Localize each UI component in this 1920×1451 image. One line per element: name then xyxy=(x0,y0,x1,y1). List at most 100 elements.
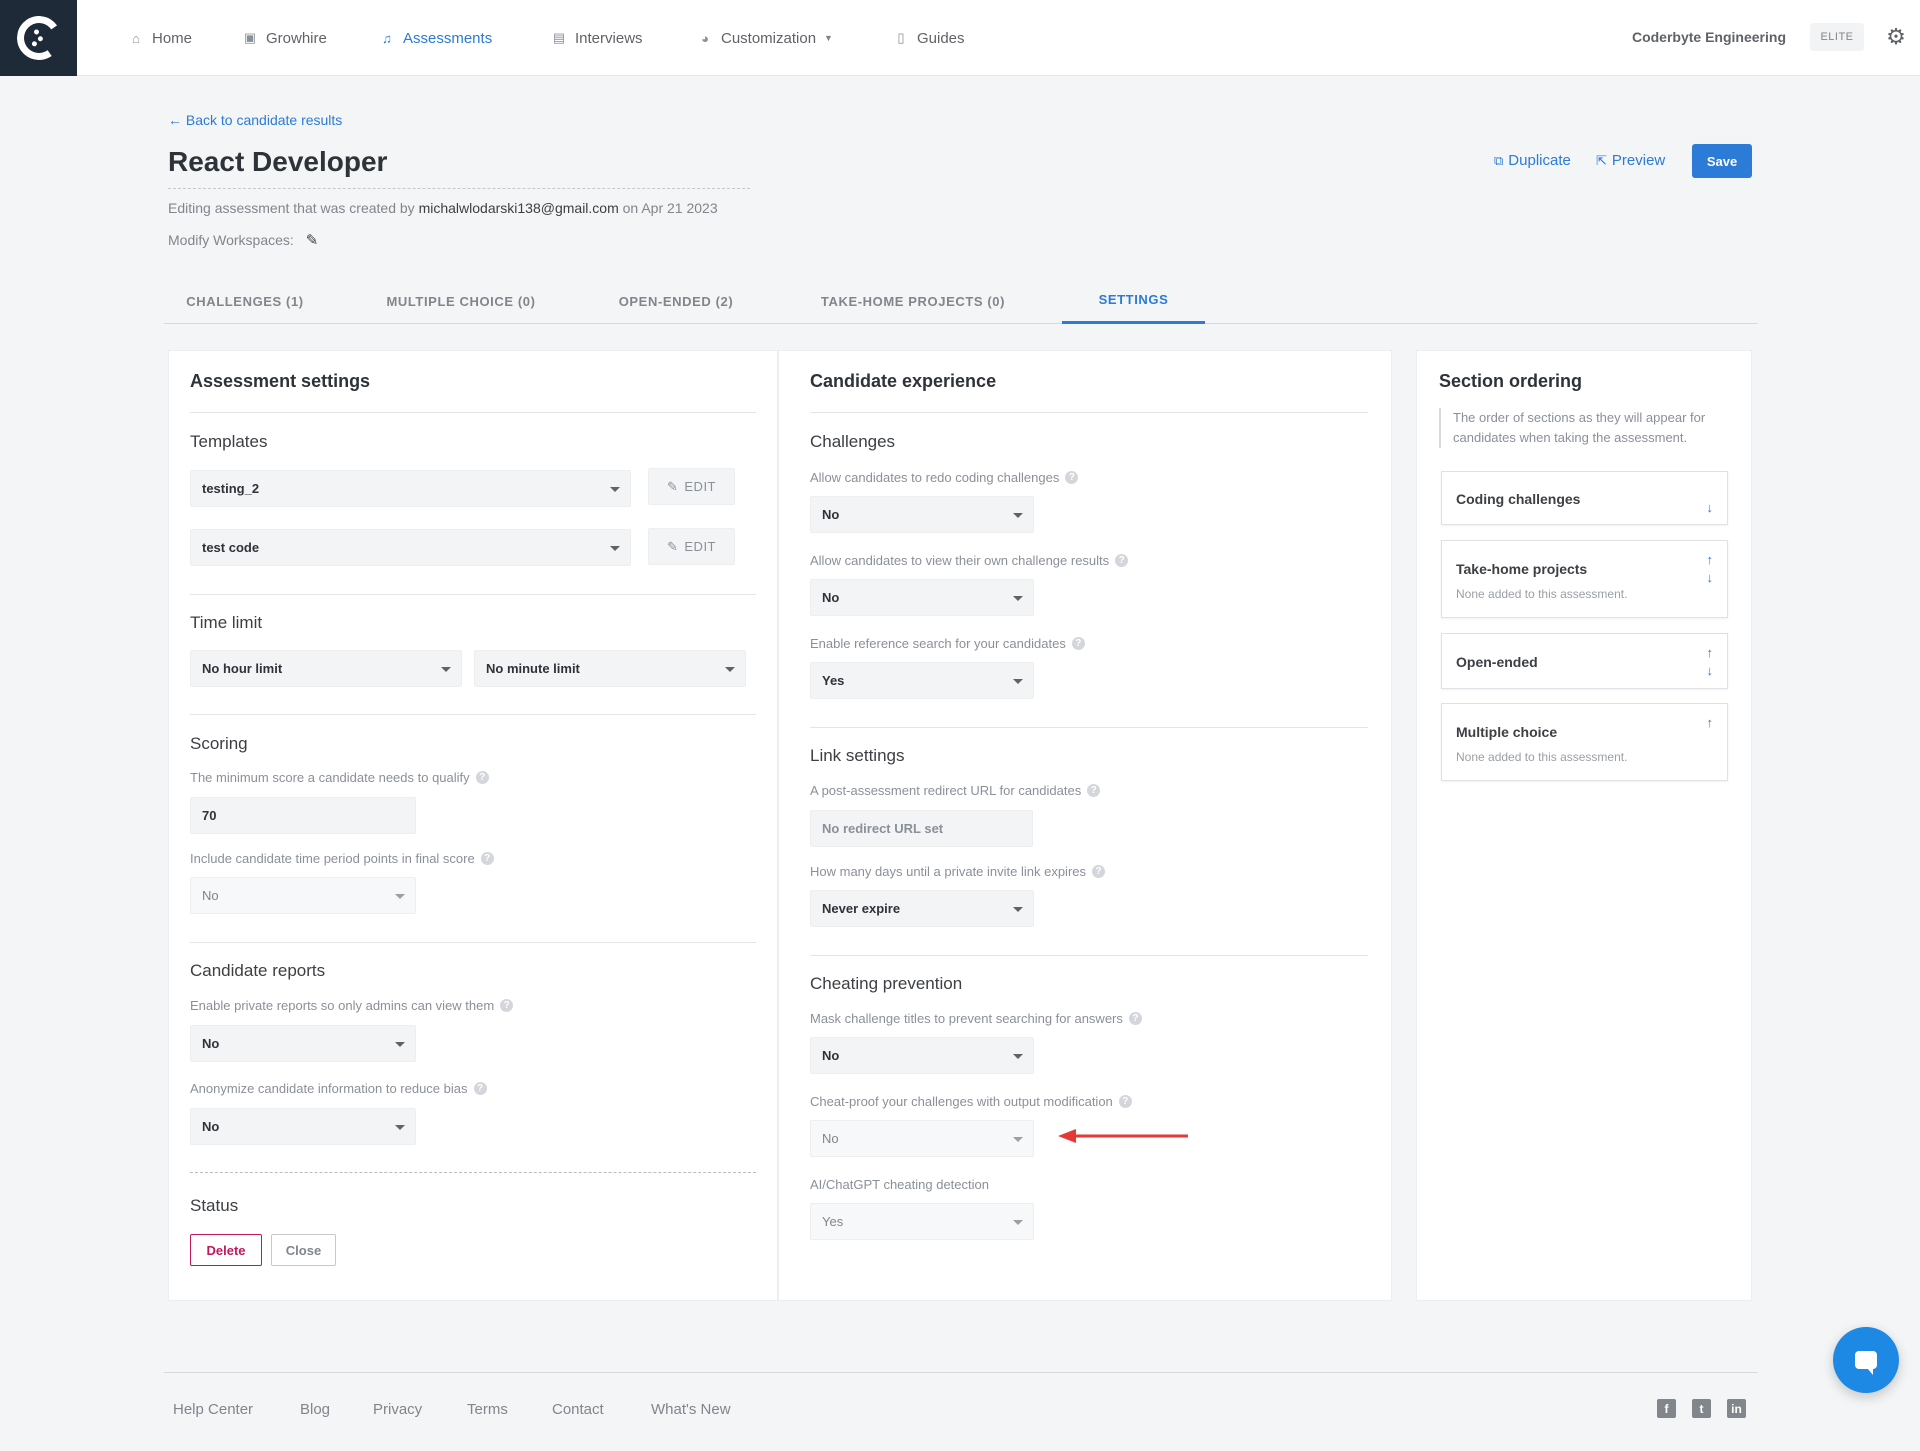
label-text: How many days until a private invite lin… xyxy=(810,864,1087,879)
meta-suffix: on Apr 21 2023 xyxy=(618,200,718,216)
minute-limit-select[interactable]: No minute limit xyxy=(474,650,746,687)
redirect-url-label: A post-assessment redirect URL for candi… xyxy=(810,783,1101,798)
help-icon[interactable]: ? xyxy=(1092,865,1106,878)
edit-template-button[interactable]: ✎ EDIT xyxy=(648,468,735,505)
help-icon[interactable]: ? xyxy=(1115,554,1129,567)
view-results-value: No xyxy=(822,590,840,605)
time-points-select[interactable]: No xyxy=(190,877,416,914)
tab-open-ended[interactable]: OPEN-ENDED (2) xyxy=(596,278,756,324)
order-item-multiple-choice[interactable]: Multiple choice None added to this asses… xyxy=(1441,703,1728,781)
save-button[interactable]: Save xyxy=(1692,144,1752,178)
divider xyxy=(190,412,756,413)
help-icon[interactable]: ? xyxy=(500,999,514,1012)
order-item-name: Multiple choice xyxy=(1456,724,1558,740)
tab-take-home-projects[interactable]: TAKE-HOME PROJECTS (0) xyxy=(798,278,1028,324)
top-nav: ⌂ Home ▣ Growhire ♫ Assessments ▤ Interv… xyxy=(0,0,1920,76)
private-reports-select[interactable]: No xyxy=(190,1025,416,1062)
page-title[interactable]: React Developer xyxy=(168,146,750,189)
tab-challenges[interactable]: CHALLENGES (1) xyxy=(164,278,326,324)
facebook-icon[interactable]: f xyxy=(1657,1399,1676,1418)
order-item-open-ended[interactable]: Open-ended ↑ ↓ xyxy=(1441,633,1728,689)
divider xyxy=(810,727,1368,728)
help-icon[interactable]: ? xyxy=(475,771,489,784)
order-item-coding-challenges[interactable]: Coding challenges ↓ xyxy=(1441,471,1728,525)
coderbyte-logo[interactable] xyxy=(0,0,77,76)
pencil-icon[interactable]: ✎ xyxy=(306,231,319,249)
footer-contact-link[interactable]: Contact xyxy=(552,1401,604,1418)
tab-multiple-choice[interactable]: MULTIPLE CHOICE (0) xyxy=(362,278,560,324)
footer-terms-link[interactable]: Terms xyxy=(467,1401,508,1418)
tab-settings[interactable]: SETTINGS xyxy=(1062,278,1205,324)
link-expire-select[interactable]: Never expire xyxy=(810,890,1034,927)
twitter-icon[interactable]: t xyxy=(1692,1399,1711,1418)
template-select-1[interactable]: testing_2 xyxy=(190,470,631,507)
label-text: Enable private reports so only admins ca… xyxy=(190,998,495,1013)
close-assessment-button[interactable]: Close xyxy=(271,1234,336,1266)
help-icon[interactable]: ? xyxy=(1087,784,1101,797)
nav-item-guides[interactable]: ▯ Guides xyxy=(893,0,965,76)
hour-limit-select[interactable]: No hour limit xyxy=(190,650,462,687)
arrow-down-icon[interactable]: ↓ xyxy=(1707,571,1714,584)
footer-blog-link[interactable]: Blog xyxy=(300,1401,330,1418)
caret-down-icon xyxy=(1013,1054,1023,1059)
arrow-down-icon[interactable]: ↓ xyxy=(1707,664,1714,677)
arrow-up-icon[interactable]: ↑ xyxy=(1707,716,1714,729)
arrow-down-icon[interactable]: ↓ xyxy=(1707,501,1714,514)
arrow-up-icon[interactable]: ↑ xyxy=(1707,646,1714,659)
chat-widget-button[interactable] xyxy=(1833,1327,1899,1393)
order-item-take-home-projects[interactable]: Take-home projects None added to this as… xyxy=(1441,540,1728,618)
help-icon[interactable]: ? xyxy=(473,1082,487,1095)
mask-titles-select[interactable]: No xyxy=(810,1037,1034,1074)
label-text: AI/ChatGPT cheating detection xyxy=(810,1177,989,1192)
order-item-name: Coding challenges xyxy=(1456,491,1581,507)
nav-item-label: Guides xyxy=(917,29,965,47)
nav-item-customization[interactable]: ◕ Customization ▼ xyxy=(697,0,833,76)
nav-item-assessments[interactable]: ♫ Assessments xyxy=(379,0,492,76)
time-points-label: Include candidate time period points in … xyxy=(190,851,494,866)
reference-search-value: Yes xyxy=(822,673,845,688)
linkedin-icon[interactable]: in xyxy=(1727,1399,1746,1418)
delete-button[interactable]: Delete xyxy=(190,1234,262,1266)
creation-info: Editing assessment that was created by m… xyxy=(168,200,718,216)
min-score-input[interactable] xyxy=(190,797,416,834)
help-icon[interactable]: ? xyxy=(1071,637,1085,650)
link-expire-label: How many days until a private invite lin… xyxy=(810,864,1106,879)
footer-privacy-link[interactable]: Privacy xyxy=(373,1401,422,1418)
edit-template-button[interactable]: ✎ EDIT xyxy=(648,528,735,565)
cheat-proof-select[interactable]: No xyxy=(810,1120,1034,1157)
org-name[interactable]: Coderbyte Engineering xyxy=(1632,29,1786,45)
redo-value: No xyxy=(822,507,840,522)
pencil-icon: ✎ xyxy=(666,478,679,494)
help-icon[interactable]: ? xyxy=(1128,1012,1142,1025)
divider xyxy=(190,1172,756,1173)
gear-icon[interactable]: ⚙ xyxy=(1884,25,1908,49)
footer-help-center-link[interactable]: Help Center xyxy=(173,1401,253,1418)
growhire-icon: ▣ xyxy=(243,30,257,45)
back-to-results-link[interactable]: ← Back to candidate results xyxy=(168,112,342,128)
nav-item-growhire[interactable]: ▣ Growhire xyxy=(242,0,327,76)
duplicate-button[interactable]: ⧉ Duplicate xyxy=(1494,152,1571,169)
time-points-value: No xyxy=(202,888,219,903)
section-ordering-description: The order of sections as they will appea… xyxy=(1439,408,1739,448)
caret-down-icon xyxy=(1013,1220,1023,1225)
help-icon[interactable]: ? xyxy=(480,852,494,865)
order-item-name: Take-home projects xyxy=(1456,561,1588,577)
help-icon[interactable]: ? xyxy=(1065,471,1079,484)
anonymize-select[interactable]: No xyxy=(190,1108,416,1145)
redirect-url-input[interactable] xyxy=(810,810,1033,847)
label-text: Mask challenge titles to prevent searchi… xyxy=(810,1011,1123,1026)
footer-whats-new-link[interactable]: What's New xyxy=(651,1401,731,1418)
preview-button[interactable]: ⇱ Preview xyxy=(1596,152,1665,169)
footer-divider xyxy=(164,1372,1758,1373)
nav-item-home[interactable]: ⌂ Home xyxy=(128,0,192,76)
book-icon: ▯ xyxy=(897,30,905,45)
nav-item-interviews[interactable]: ▤ Interviews xyxy=(551,0,643,76)
ai-detection-select[interactable]: Yes xyxy=(810,1203,1034,1240)
template-select-2[interactable]: test code xyxy=(190,529,631,566)
caret-down-icon xyxy=(395,1125,405,1130)
redo-select[interactable]: No xyxy=(810,496,1034,533)
arrow-up-icon[interactable]: ↑ xyxy=(1707,553,1714,566)
reference-search-select[interactable]: Yes xyxy=(810,662,1034,699)
help-icon[interactable]: ? xyxy=(1118,1095,1132,1108)
view-results-select[interactable]: No xyxy=(810,579,1034,616)
